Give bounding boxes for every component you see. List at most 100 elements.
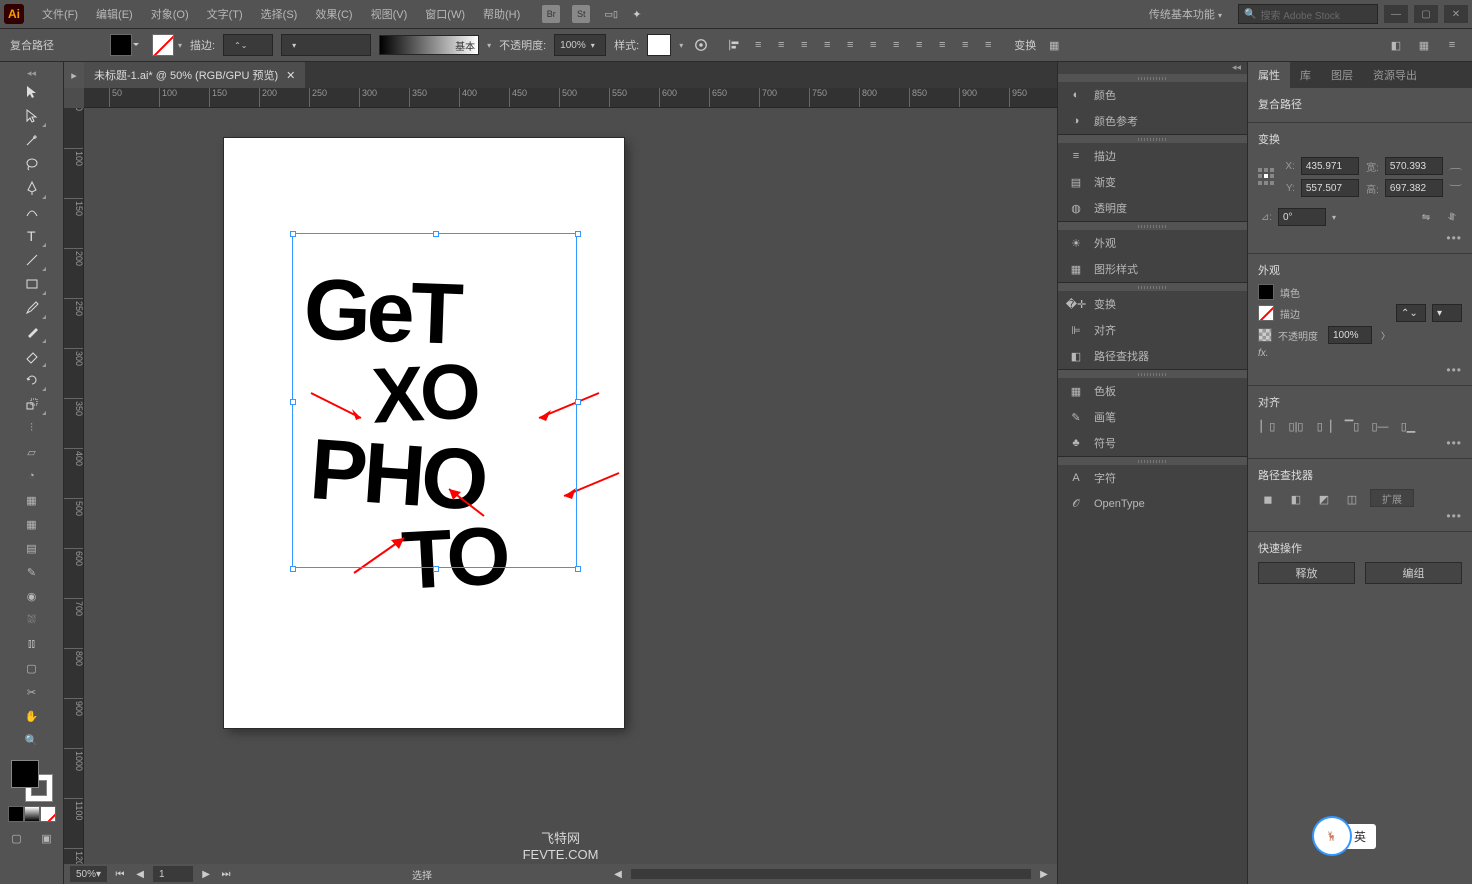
align-left-sm-icon[interactable]: ▏▯ — [1258, 416, 1278, 436]
intersect-icon[interactable]: ◩ — [1314, 489, 1334, 509]
group-button[interactable]: 编组 — [1365, 562, 1462, 584]
panel-menu-icon[interactable]: ≡ — [1442, 35, 1462, 55]
transform-label[interactable]: 变换 — [1014, 37, 1036, 53]
scroll-left-icon[interactable]: ◀ — [611, 867, 625, 881]
menu-select[interactable]: 选择(S) — [253, 2, 306, 26]
prev-artboard-icon[interactable]: ◀ — [133, 867, 147, 881]
align-vcenter-icon[interactable]: ≡ — [817, 35, 837, 55]
panel-颜色[interactable]: ◐颜色 — [1058, 82, 1247, 108]
panel-颜色参考[interactable]: ◑颜色参考 — [1058, 108, 1247, 134]
align-top-icon[interactable]: ≡ — [794, 35, 814, 55]
menu-file[interactable]: 文件(F) — [34, 2, 86, 26]
color-mode-solid[interactable] — [8, 806, 24, 822]
perspective-tool[interactable]: ▦ — [17, 488, 47, 512]
stock-search[interactable]: 🔍 搜索 Adobe Stock — [1238, 4, 1378, 24]
document-tab[interactable]: 未标题-1.ai* @ 50% (RGB/GPU 预览) ✕ — [84, 62, 305, 88]
fill-swatch[interactable] — [110, 34, 132, 56]
scale-tool[interactable] — [17, 392, 47, 416]
panel-OpenType[interactable]: 𝒪OpenType — [1058, 491, 1247, 517]
fill-stroke-swatch[interactable] — [11, 760, 53, 802]
eraser-tool[interactable] — [17, 344, 47, 368]
pathfinder-more-icon[interactable]: ••• — [1446, 509, 1462, 523]
stroke-swatch-sm[interactable] — [1258, 305, 1274, 321]
panel-字符[interactable]: A字符 — [1058, 465, 1247, 491]
stroke-swatch[interactable] — [152, 34, 174, 56]
color-mode-none[interactable] — [40, 806, 56, 822]
align-top-sm-icon[interactable]: ▔▯ — [1342, 416, 1362, 436]
stroke-weight-select[interactable]: ⌃⌄ — [223, 34, 273, 56]
rectangle-tool[interactable] — [17, 272, 47, 296]
minus-front-icon[interactable]: ◧ — [1286, 489, 1306, 509]
type-tool[interactable]: T — [17, 224, 47, 248]
transform-y-input[interactable]: 557.507 — [1301, 179, 1359, 197]
reference-point-icon[interactable] — [1258, 168, 1275, 186]
panel-画笔[interactable]: ✎画笔 — [1058, 404, 1247, 430]
dist-right-icon[interactable]: ≡ — [978, 35, 998, 55]
artboard-tool[interactable]: ▢ — [17, 656, 47, 680]
var-width-select[interactable]: ▾ — [281, 34, 371, 56]
release-button[interactable]: 释放 — [1258, 562, 1355, 584]
rotate-input[interactable]: 0° — [1278, 208, 1326, 226]
style-select[interactable] — [647, 34, 671, 56]
edit-icon[interactable]: ▦ — [1414, 35, 1434, 55]
next-artboard-icon[interactable]: ▶ — [199, 867, 213, 881]
paintbrush-tool[interactable] — [17, 296, 47, 320]
line-tool[interactable] — [17, 248, 47, 272]
eyedropper-tool[interactable]: ✎ — [17, 560, 47, 584]
transform-h-input[interactable]: 697.382 — [1385, 179, 1443, 197]
screen-mode-normal[interactable]: ▢ — [2, 826, 32, 850]
transform-more-icon[interactable]: ••• — [1446, 231, 1462, 245]
align-vcenter-sm-icon[interactable]: ▯— — [1370, 416, 1390, 436]
flip-v-icon[interactable]: ⥯ — [1442, 207, 1462, 227]
dist-left-icon[interactable]: ≡ — [932, 35, 952, 55]
width-tool[interactable]: ⫶ — [17, 416, 47, 440]
maximize-button[interactable]: ▢ — [1414, 5, 1438, 23]
free-transform-tool[interactable]: ▱ — [17, 440, 47, 464]
dist-bottom-icon[interactable]: ≡ — [909, 35, 929, 55]
unite-icon[interactable]: ◼ — [1258, 489, 1278, 509]
transform-w-input[interactable]: 570.393 — [1385, 157, 1443, 175]
bridge-icon[interactable]: Br — [542, 5, 560, 23]
mesh-tool[interactable]: ▦ — [17, 512, 47, 536]
selection-tool[interactable] — [17, 80, 47, 104]
panel-渐变[interactable]: ▤渐变 — [1058, 169, 1247, 195]
scroll-right-icon[interactable]: ▶ — [1037, 867, 1051, 881]
canvas-viewport[interactable]: GeT XO PHO TO — [84, 108, 1057, 864]
tab-libraries[interactable]: 库 — [1290, 62, 1321, 88]
opacity-swatch-icon[interactable] — [1258, 328, 1272, 342]
zoom-select[interactable]: 50% ▾ — [70, 866, 107, 882]
link-wh-icon[interactable] — [1449, 168, 1462, 186]
panel-变换[interactable]: �✛变换 — [1058, 291, 1247, 317]
align-hcenter-icon[interactable]: ≡ — [748, 35, 768, 55]
dist-vcenter-icon[interactable]: ≡ — [886, 35, 906, 55]
align-right-sm-icon[interactable]: ▯▕ — [1314, 416, 1334, 436]
shape-builder-tool[interactable]: ◔ — [17, 464, 47, 488]
gradient-tool[interactable]: ▤ — [17, 536, 47, 560]
workspace-switcher[interactable]: 传统基本功能 ▾ — [1139, 3, 1232, 25]
gpu-icon[interactable]: ✦ — [632, 8, 641, 21]
stock-icon[interactable]: St — [572, 5, 590, 23]
align-more-icon[interactable]: ••• — [1446, 436, 1462, 450]
fill-color[interactable] — [11, 760, 39, 788]
pen-tool[interactable] — [17, 176, 47, 200]
graph-tool[interactable]: ⫾⫾ — [17, 632, 47, 656]
menu-help[interactable]: 帮助(H) — [475, 2, 528, 26]
selection-bounding-box[interactable] — [292, 233, 577, 568]
panel-符号[interactable]: ♣符号 — [1058, 430, 1247, 456]
rotate-tool[interactable] — [17, 368, 47, 392]
align-bottom-sm-icon[interactable]: ▯▁ — [1398, 416, 1418, 436]
ruler-vertical[interactable]: 5010015020025030035040050060070080090010… — [64, 108, 84, 864]
menu-view[interactable]: 视图(V) — [363, 2, 416, 26]
opacity-input-sm[interactable]: 100% — [1328, 326, 1372, 344]
fill-swatch-sm[interactable] — [1258, 284, 1274, 300]
scrollbar-horizontal[interactable] — [631, 869, 1031, 879]
isolate-icon[interactable]: ◧ — [1386, 35, 1406, 55]
menu-edit[interactable]: 编辑(E) — [88, 2, 141, 26]
stroke-profile-sm[interactable]: ▾ — [1432, 304, 1462, 322]
artboard-nav-input[interactable]: 1 — [153, 866, 193, 882]
close-button[interactable]: ✕ — [1444, 5, 1468, 23]
panel-expand-icon[interactable]: ◂◂ — [1058, 62, 1247, 74]
expand-button[interactable]: 扩展 — [1370, 489, 1414, 507]
slice-tool[interactable]: ✂ — [17, 680, 47, 704]
opacity-input[interactable]: 100%▾ — [554, 34, 606, 56]
